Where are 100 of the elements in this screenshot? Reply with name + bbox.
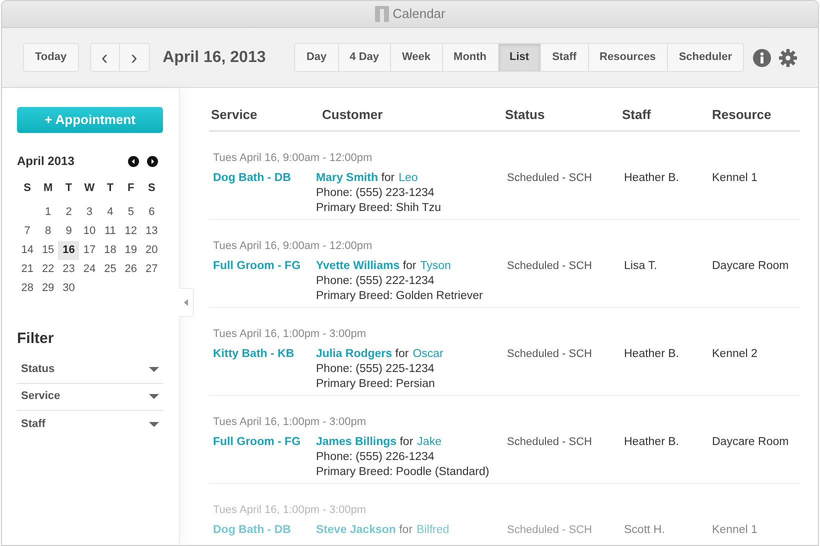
calendar-day[interactable]: 14 [17,241,38,260]
appointment-time: Tues April 16, 1:00pm - 3:00pm [212,328,368,341]
view-tab[interactable]: Week [390,44,442,71]
customer-name[interactable]: Julia Rodgers for [316,347,409,362]
previous-button[interactable]: ‹ [90,44,120,71]
customer-name[interactable]: Steve Jackson for [316,523,413,538]
calendar-day[interactable]: 7 [17,222,38,241]
view-tab[interactable]: Resources [588,44,667,71]
filter-dropdown[interactable]: Status [17,356,163,384]
appointment-time: Tues April 16, 1:00pm - 3:00pm [212,416,368,429]
calendar-day[interactable]: 17 [79,241,100,260]
staff-text: Heather B. [623,347,680,362]
next-month-icon[interactable] [147,156,158,166]
status-text: Scheduled - SCH [506,171,593,186]
dropdown-caret-icon [149,367,159,372]
resource-text: Daycare Room [711,259,790,274]
status-text: Scheduled - SCH [506,259,593,274]
staff-text: Scott H. [623,523,666,538]
staff-text: Heather B. [623,435,680,450]
calendar-day[interactable]: 18 [100,241,121,260]
calendar-day[interactable]: 16 [58,241,80,260]
status-text: Scheduled - SCH [506,347,593,362]
calendar-day[interactable]: 11 [100,222,121,241]
appointment-time: Tues April 16, 9:00am - 12:00pm [212,152,374,165]
calendar-day[interactable]: 2 [58,203,80,222]
view-tab[interactable]: Scheduler [666,44,743,71]
calendar-day[interactable]: 9 [58,222,80,241]
breed-text: Primary Breed: Shih Tzu [316,201,442,216]
customer-name[interactable]: Mary Smith for [316,171,395,186]
weekday-label: F [126,181,136,196]
phone-text: Phone: (555) 225-1234 [316,362,436,377]
calendar-day[interactable]: 24 [79,260,100,279]
window-title: Calendar [392,5,446,24]
filter-dropdown[interactable]: Service [17,384,163,410]
appointment-time: Tues April 16, 1:00pm - 3:00pm [212,504,368,517]
weekday-label: T [106,181,115,196]
column-header: Resource [711,106,772,124]
next-button[interactable]: › [120,44,149,71]
view-tab[interactable]: Month [442,44,498,71]
calendar-app-icon [374,6,389,22]
calendar-day[interactable]: 21 [17,260,38,279]
filter-title: Filter [17,329,55,349]
settings-icon[interactable] [779,48,797,66]
view-tab[interactable]: Day [295,44,338,71]
view-tab[interactable]: List [498,44,540,71]
status-text: Scheduled - SCH [506,435,593,450]
resource-text: Kennel 1 [711,523,758,538]
calendar-day[interactable]: 20 [141,241,162,260]
dropdown-caret-icon [149,394,159,399]
current-date: April 16, 2013 [162,48,266,68]
calendar-day[interactable]: 26 [120,260,142,279]
collapse-sidebar-handle[interactable] [179,288,194,317]
calendar-day[interactable]: 27 [141,260,162,279]
calendar-day[interactable]: 13 [141,222,162,241]
calendar-day[interactable]: 8 [38,222,58,241]
staff-text: Lisa T. [623,259,658,274]
dropdown-caret-icon [149,422,159,426]
phone-text: Phone: (555) 223-1234 [316,186,436,201]
resource-text: Kennel 1 [711,171,758,186]
staff-text: Heather B. [623,171,680,186]
calendar-day[interactable]: 10 [79,222,100,241]
calendar-day[interactable]: 23 [58,260,80,279]
breed-text: Primary Breed: Poodle (Standard) [316,465,490,480]
calendar-day[interactable]: 29 [38,279,58,298]
calendar-day[interactable]: 4 [100,203,121,222]
column-header: Status [504,106,546,124]
today-button[interactable]: Today [23,43,79,72]
info-icon[interactable] [753,48,771,66]
month-title: April 2013 [17,153,74,170]
calendar-day[interactable]: 15 [38,241,58,260]
phone-text: Phone: (555) 222-1234 [316,274,436,289]
weekday-label: S [146,181,156,196]
calendar-day[interactable]: 30 [58,279,80,298]
calendar-day[interactable]: 3 [79,203,100,222]
calendar-day[interactable]: 25 [100,260,121,279]
breed-text: Primary Breed: Golden Retriever [316,289,484,304]
status-text: Scheduled - SCH [506,523,593,538]
view-tab[interactable]: 4 Day [338,44,390,71]
phone-text: Phone: (555) 226-1234 [316,450,436,465]
calendar-day[interactable]: 6 [141,203,162,222]
breed-text: Primary Breed: Persian [316,377,436,392]
calendar-day[interactable]: 12 [120,222,142,241]
resource-text: Kennel 2 [711,347,758,362]
customer-name[interactable]: James Billings for [316,435,414,450]
previous-month-icon[interactable] [128,156,139,166]
filter-dropdown[interactable]: Staff [17,410,163,438]
calendar-day[interactable]: 1 [38,203,58,222]
resource-text: Daycare Room [711,435,790,450]
customer-name[interactable]: Yvette Williams for [316,259,416,274]
column-header: Customer [321,106,384,124]
calendar-day[interactable]: 22 [38,260,58,279]
calendar-day[interactable]: 28 [17,279,38,298]
collapse-arrow-icon [184,299,188,306]
column-header: Service [210,106,258,124]
column-header: Staff [621,106,652,124]
view-tab[interactable]: Staff [540,44,588,71]
calendar-day[interactable]: 19 [120,241,142,260]
appointment-time: Tues April 16, 9:00am - 12:00pm [212,240,374,253]
calendar-day[interactable]: 5 [120,203,142,222]
weekday-label: T [64,181,74,196]
